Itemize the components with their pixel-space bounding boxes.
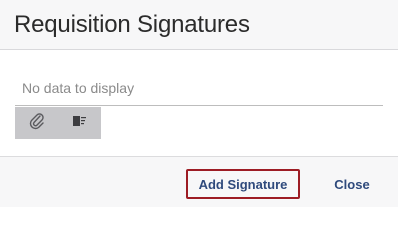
dialog-footer: Add Signature Close <box>0 156 398 207</box>
dialog-header: Requisition Signatures <box>0 0 398 50</box>
empty-state-message: No data to display <box>22 80 135 96</box>
dialog-title: Requisition Signatures <box>14 11 250 38</box>
list-view-icon <box>72 114 87 132</box>
attach-button[interactable] <box>15 107 58 139</box>
list-view-button[interactable] <box>58 107 101 139</box>
close-button[interactable]: Close <box>326 169 378 199</box>
requisition-signatures-dialog: Requisition Signatures No data to displa… <box>0 0 398 207</box>
field-underline <box>15 105 383 106</box>
paperclip-icon <box>29 112 45 135</box>
attachment-toolbar <box>15 107 101 139</box>
add-signature-button[interactable]: Add Signature <box>186 169 300 199</box>
